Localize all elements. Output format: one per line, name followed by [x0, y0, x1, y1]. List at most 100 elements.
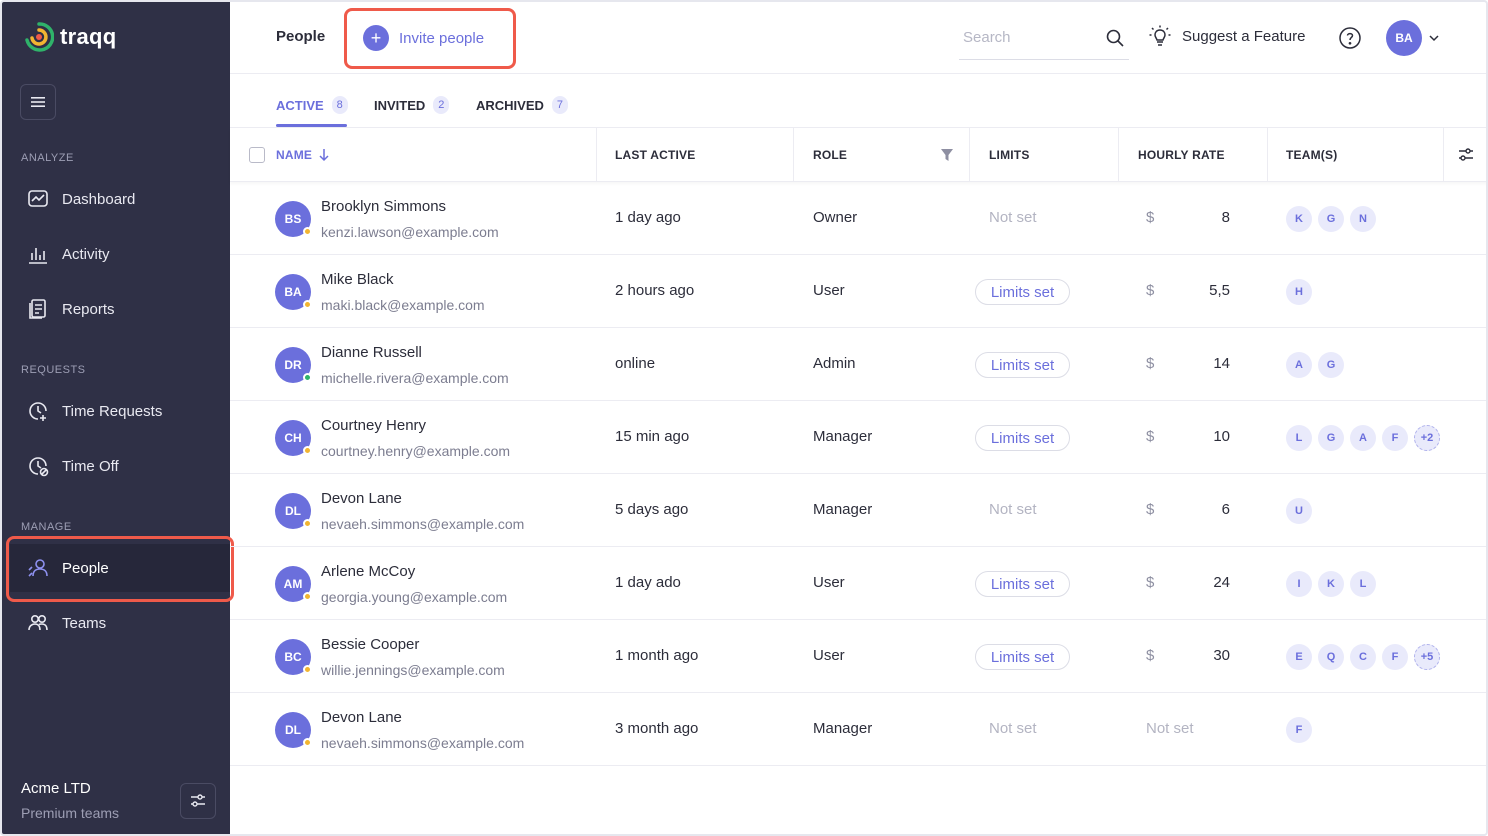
tab-label: INVITED	[374, 97, 426, 113]
team-badge[interactable]: G	[1318, 206, 1344, 232]
team-badge[interactable]: L	[1286, 425, 1312, 451]
team-badge[interactable]: F	[1382, 425, 1408, 451]
tab-active[interactable]: ACTIVE 8	[276, 96, 348, 114]
sliders-icon	[191, 794, 205, 807]
team-badge[interactable]: G	[1318, 425, 1344, 451]
table-row[interactable]: CH Courtney Henry courtney.henry@example…	[230, 401, 1486, 474]
team-badge[interactable]: Q	[1318, 644, 1344, 670]
limits-set-button[interactable]: Limits set	[975, 425, 1070, 451]
table-body: BS Brooklyn Simmons kenzi.lawson@example…	[230, 182, 1486, 766]
table-row[interactable]: DR Dianne Russell michelle.rivera@exampl…	[230, 328, 1486, 401]
column-header-last-active[interactable]: LAST ACTIVE	[615, 128, 695, 182]
person-name[interactable]: Devon Lane	[321, 490, 402, 507]
hourly-rate-value: 30	[1213, 647, 1230, 664]
company-settings-button[interactable]	[180, 783, 216, 819]
sidebar-item-label: Activity	[62, 245, 110, 263]
sidebar-item-time-requests[interactable]: Time Requests	[10, 387, 230, 435]
filter-icon[interactable]	[940, 148, 954, 162]
sidebar-item-label: Dashboard	[62, 190, 136, 208]
column-header-hourly-rate[interactable]: HOURLY RATE	[1138, 128, 1225, 182]
sidebar-item-time-off[interactable]: Time Off	[10, 442, 230, 490]
tab-invited[interactable]: INVITED 2	[374, 96, 450, 114]
person-name[interactable]: Courtney Henry	[321, 417, 426, 434]
time-off-icon	[29, 457, 49, 477]
table-row[interactable]: AM Arlene McCoy georgia.young@example.co…	[230, 547, 1486, 620]
column-settings-icon[interactable]	[1457, 146, 1475, 164]
table-row[interactable]: DL Devon Lane nevaeh.simmons@example.com…	[230, 474, 1486, 547]
team-badge[interactable]: +2	[1414, 425, 1440, 451]
table-row[interactable]: BC Bessie Cooper willie.jennings@example…	[230, 620, 1486, 693]
status-indicator	[303, 592, 312, 601]
menu-toggle-button[interactable]	[20, 84, 56, 120]
team-badge[interactable]: A	[1286, 352, 1312, 378]
person-name[interactable]: Bessie Cooper	[321, 636, 419, 653]
search-input[interactable]	[959, 22, 1099, 52]
time-request-icon	[29, 402, 47, 421]
limits-set-button[interactable]: Limits set	[975, 644, 1070, 670]
sidebar-item-dashboard[interactable]: Dashboard	[10, 175, 230, 223]
role-value: User	[813, 647, 845, 664]
person-name[interactable]: Devon Lane	[321, 709, 402, 726]
search-icon[interactable]	[1105, 28, 1125, 48]
column-divider	[793, 128, 794, 182]
team-badge[interactable]: F	[1286, 717, 1312, 743]
team-badge[interactable]: H	[1286, 279, 1312, 305]
company-plan: Premium teams	[21, 805, 120, 821]
suggest-feature-button[interactable]: Suggest a Feature	[1148, 24, 1305, 48]
status-indicator	[303, 227, 312, 236]
user-avatar[interactable]: BA	[1386, 20, 1422, 56]
column-header-limits[interactable]: LIMITS	[989, 128, 1030, 182]
avatar-initials: BA	[284, 285, 302, 299]
help-icon[interactable]	[1338, 26, 1362, 50]
select-all-checkbox[interactable]	[249, 147, 265, 163]
table-row[interactable]: BA Mike Black maki.black@example.com 2 h…	[230, 255, 1486, 328]
sidebar-item-label: Time Off	[62, 457, 119, 475]
limits-set-button[interactable]: Limits set	[975, 279, 1070, 305]
table-row[interactable]: BS Brooklyn Simmons kenzi.lawson@example…	[230, 182, 1486, 255]
dashboard-icon	[28, 190, 48, 207]
reports-icon	[29, 299, 46, 319]
column-header-teams[interactable]: TEAM(S)	[1286, 128, 1337, 182]
sidebar-item-teams[interactable]: Teams	[10, 599, 230, 647]
teams-list: IKL	[1286, 571, 1376, 597]
logo[interactable]: traqq	[24, 20, 117, 54]
traqq-logo-icon	[25, 22, 54, 52]
person-name[interactable]: Dianne Russell	[321, 344, 422, 361]
team-badge[interactable]: G	[1318, 352, 1344, 378]
limits-set-button[interactable]: Limits set	[975, 352, 1070, 378]
teams-list: U	[1286, 498, 1312, 524]
company-name: Acme LTD	[21, 780, 91, 797]
column-header-name[interactable]: NAME	[276, 128, 330, 182]
team-badge[interactable]: +5	[1414, 644, 1440, 670]
limits-value: Not set	[989, 501, 1037, 518]
table-row[interactable]: DL Devon Lane nevaeh.simmons@example.com…	[230, 693, 1486, 766]
team-badge[interactable]: C	[1350, 644, 1376, 670]
status-indicator	[303, 665, 312, 674]
person-name[interactable]: Mike Black	[321, 271, 394, 288]
team-badge[interactable]: F	[1382, 644, 1408, 670]
team-badge[interactable]: L	[1350, 571, 1376, 597]
team-badge[interactable]: I	[1286, 571, 1312, 597]
limits-set-button[interactable]: Limits set	[975, 571, 1070, 597]
tab-archived[interactable]: ARCHIVED 7	[476, 96, 568, 114]
team-badge[interactable]: U	[1286, 498, 1312, 524]
team-badge[interactable]: N	[1350, 206, 1376, 232]
person-name[interactable]: Brooklyn Simmons	[321, 198, 446, 215]
sidebar-item-reports[interactable]: Reports	[10, 285, 230, 333]
currency-symbol: $	[1146, 428, 1155, 445]
suggest-feature-label: Suggest a Feature	[1182, 27, 1306, 45]
chevron-down-icon[interactable]	[1428, 32, 1440, 44]
team-badge[interactable]: A	[1350, 425, 1376, 451]
invite-people-button[interactable]: + Invite people	[363, 25, 484, 51]
column-header-role[interactable]: ROLE	[813, 128, 847, 182]
person-name[interactable]: Arlene McCoy	[321, 563, 415, 580]
team-badge[interactable]: K	[1318, 571, 1344, 597]
avatar: BA	[275, 274, 312, 310]
teams-list: H	[1286, 279, 1312, 305]
team-badge[interactable]: E	[1286, 644, 1312, 670]
teams-list: KGN	[1286, 206, 1376, 232]
sidebar-item-activity[interactable]: Activity	[10, 230, 230, 278]
team-badge[interactable]: K	[1286, 206, 1312, 232]
avatar-initials: DL	[285, 723, 301, 737]
status-indicator	[303, 300, 312, 309]
